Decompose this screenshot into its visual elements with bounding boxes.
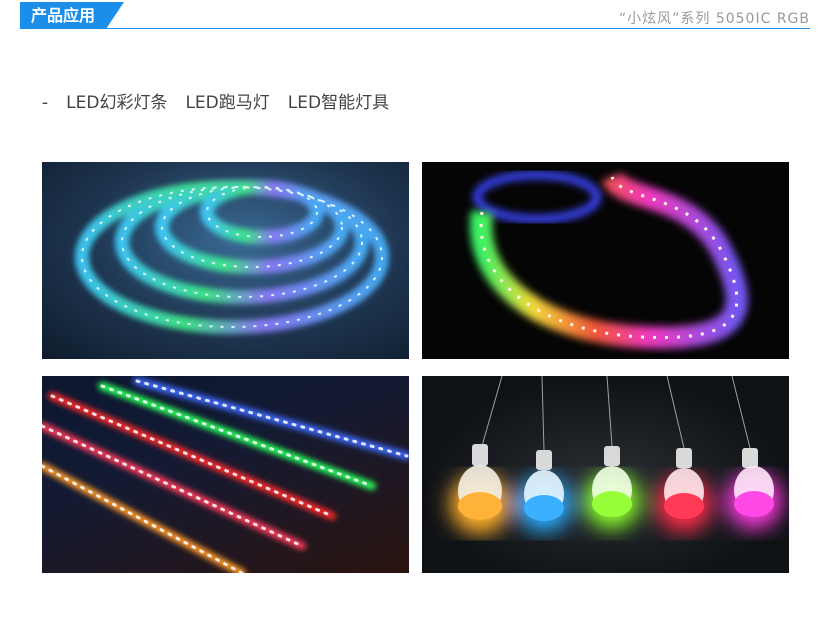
- rgb-strip-wave-photo: [422, 162, 789, 359]
- section-header: 产品应用 “小炫风”系列 5050IC RGB: [20, 0, 810, 30]
- application-item-chaser: LED跑马灯: [185, 93, 270, 113]
- series-label: “小炫风”系列 5050IC RGB: [618, 11, 810, 27]
- header-rule: [20, 28, 810, 29]
- rgb-strip-coil-photo: [42, 162, 409, 359]
- application-item-smart-lamp: LED智能灯具: [287, 93, 390, 113]
- application-list: - LED幻彩灯条 LED跑马灯 LED智能灯具: [42, 88, 407, 113]
- led-light-bars-photo: [42, 376, 409, 573]
- section-tag-notch: [106, 2, 124, 29]
- smart-led-bulbs-photo: [422, 376, 789, 573]
- section-tag: 产品应用: [20, 2, 106, 29]
- list-dash: -: [42, 93, 49, 113]
- application-item-strip: LED幻彩灯条: [66, 93, 168, 113]
